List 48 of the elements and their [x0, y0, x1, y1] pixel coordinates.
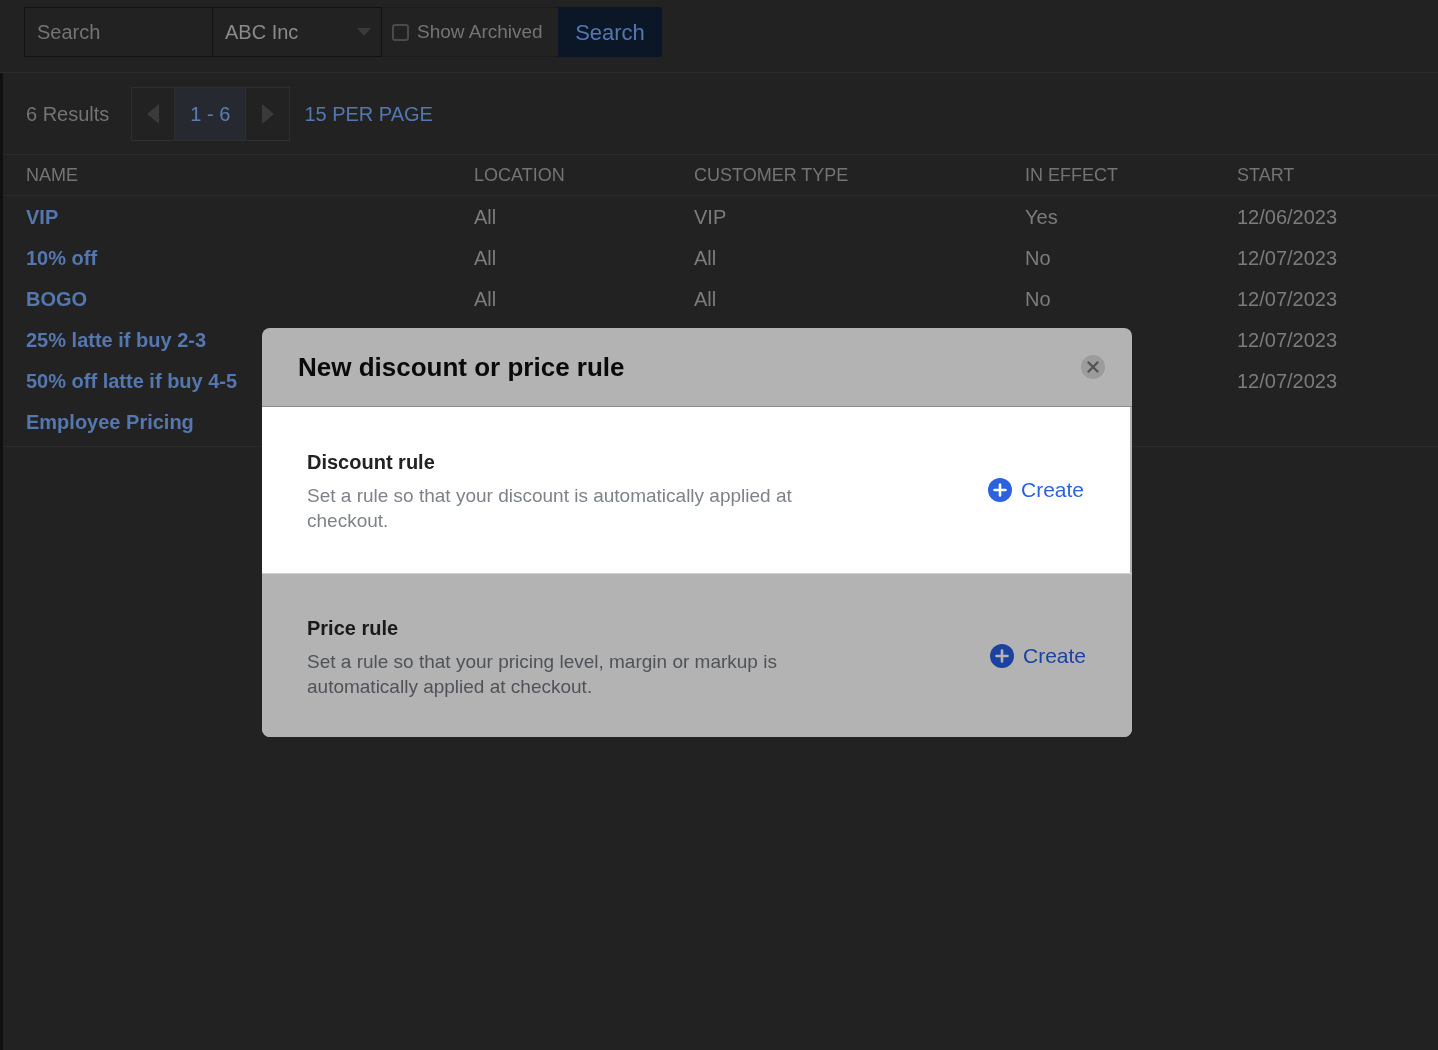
rule-option[interactable]: Price rule Set a rule so that your pricing level, margin or markup is automatically applied at checkout. Create: [262, 573, 1132, 737]
table-cell-text: VIP: [694, 204, 727, 230]
option-description: Set a rule so that your pricing level, margin or markup is automatically applied at checkout.: [307, 649, 778, 699]
create-button[interactable]: Create: [987, 474, 1084, 506]
caret-right-icon: [261, 104, 274, 124]
table-cell-text: All: [474, 204, 497, 230]
company-select[interactable]: ABC Inc: [213, 7, 382, 57]
rule-name-link[interactable]: Employee Pricing: [26, 406, 194, 437]
table-cell-text: All: [474, 286, 497, 312]
column-header: LOCATION: [474, 163, 565, 187]
column-header: START: [1237, 163, 1295, 187]
close-icon[interactable]: [1081, 355, 1105, 379]
rule-name-link[interactable]: VIP: [26, 201, 59, 232]
table-cell-text: 12/07/2023: [1237, 286, 1338, 312]
table-cell-text: All: [694, 245, 717, 271]
rule-name-link[interactable]: 10% off: [26, 242, 98, 273]
table-cell-text: All: [474, 245, 497, 271]
results-count: 6 Results: [26, 102, 110, 127]
option-description: Set a rule so that your discount is automatically applied at checkout.: [307, 484, 793, 533]
caret-down-icon: [357, 28, 371, 36]
modal-title: New discount or price rule: [298, 350, 625, 384]
table-cell-text: 12/07/2023: [1237, 368, 1338, 394]
rule-name-link[interactable]: BOGO: [26, 283, 88, 314]
option-title: Price rule: [307, 615, 400, 641]
page-range: 1 - 6: [175, 88, 246, 140]
search-field[interactable]: Search: [24, 7, 213, 57]
table-cell-text: 12/07/2023: [1237, 245, 1338, 271]
plus-circle-icon: [989, 643, 1014, 668]
table-cell-text: 12/06/2023: [1237, 204, 1338, 230]
plus-circle-icon: [987, 478, 1012, 502]
column-header: IN EFFECT: [1025, 163, 1118, 187]
rule-option[interactable]: Discount rule Set a rule so that your discount is automatically applied at checkout. Create: [262, 407, 1130, 573]
table-cell-text: No: [1025, 286, 1051, 312]
search-button[interactable]: Search: [558, 7, 662, 57]
rule-name-link[interactable]: 25% latte if buy 2-3: [26, 324, 207, 355]
column-header: NAME: [26, 163, 78, 187]
table-cell-text: Yes: [1025, 204, 1058, 230]
table-cell-text: 12/07/2023: [1237, 327, 1338, 353]
show-archived-label: Show Archived: [417, 19, 543, 44]
caret-left-icon: [147, 104, 160, 124]
create-button[interactable]: Create: [989, 639, 1086, 672]
show-archived-checkbox[interactable]: [392, 23, 409, 41]
table-cell-text: All: [694, 286, 717, 312]
rule-name-link[interactable]: 50% off latte if buy 4-5: [26, 365, 238, 396]
per-page-button[interactable]: 15 PER PAGE: [304, 99, 433, 129]
option-title: Discount rule: [307, 450, 436, 475]
table-cell-text: No: [1025, 245, 1051, 271]
column-header: CUSTOMER TYPE: [694, 163, 849, 187]
